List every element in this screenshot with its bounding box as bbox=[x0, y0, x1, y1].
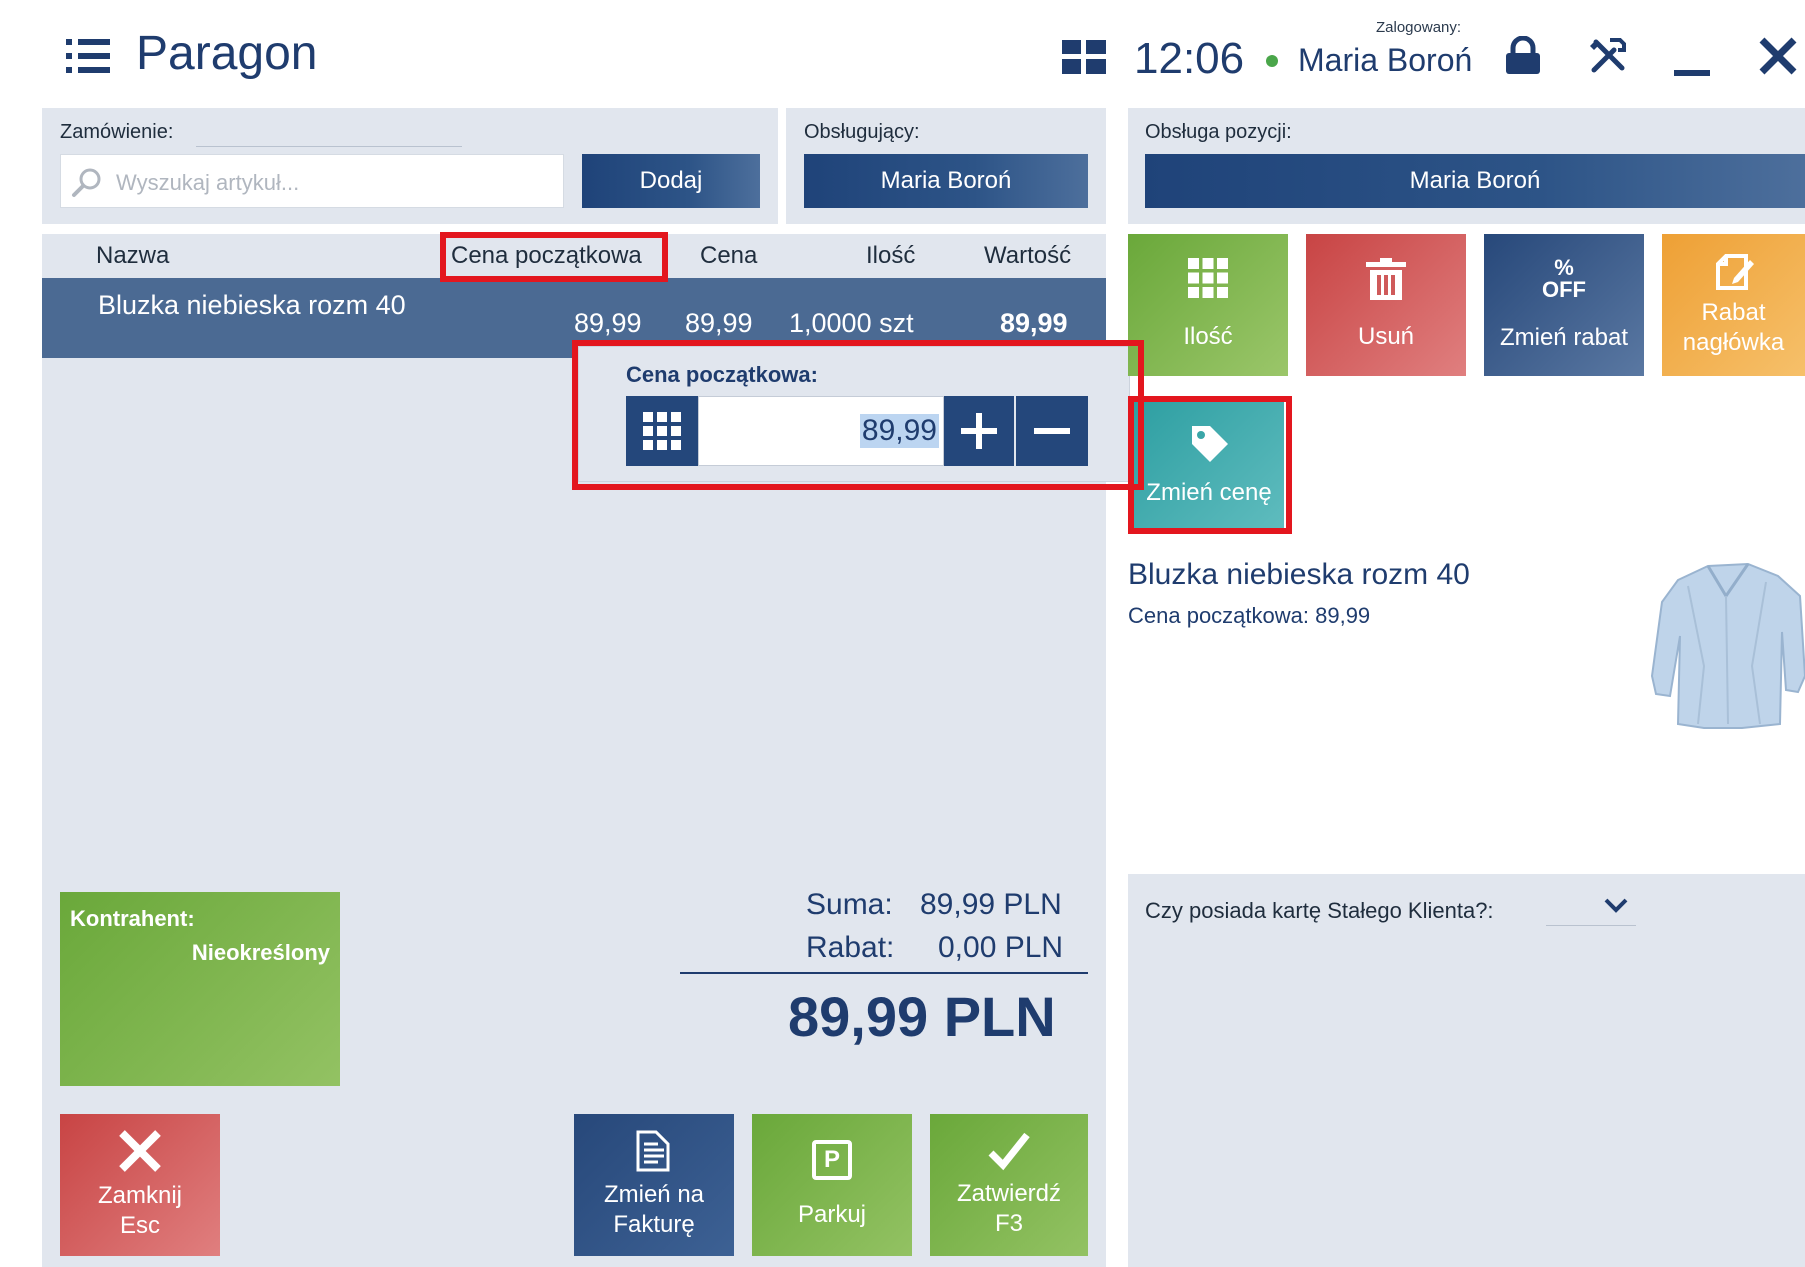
park-button[interactable]: P Parkuj bbox=[752, 1114, 912, 1256]
change-discount-tile-button[interactable]: % OFF Zmień rabat bbox=[1484, 234, 1644, 376]
minimize-icon[interactable] bbox=[1674, 70, 1710, 76]
change-to-invoice-label-line2: Fakturę bbox=[613, 1211, 695, 1238]
row-item-name: Bluzka niebieska rozm 40 bbox=[98, 290, 406, 320]
row-price: 89,99 bbox=[685, 308, 753, 338]
sum-label: Suma: bbox=[806, 888, 893, 921]
initial-price-popup-label: Cena początkowa: bbox=[626, 362, 818, 387]
chevron-down-icon bbox=[1604, 896, 1628, 916]
grid-icon[interactable] bbox=[1062, 40, 1106, 74]
item-service-label: Obsługa pozycji: bbox=[1145, 121, 1292, 143]
sum-value: 89,99 PLN bbox=[920, 888, 1062, 921]
online-status-dot bbox=[1266, 55, 1278, 67]
header-discount-tile-label-line2: nagłówka bbox=[1682, 329, 1785, 356]
quantity-tile-label: Ilość bbox=[1183, 323, 1233, 350]
lock-icon[interactable] bbox=[1504, 35, 1542, 76]
change-price-tile-label: Zmień cenę bbox=[1146, 479, 1272, 506]
logged-label: Zalogowany: bbox=[1376, 19, 1462, 36]
close-icon[interactable] bbox=[1758, 36, 1798, 76]
parking-icon: P bbox=[812, 1140, 852, 1180]
column-header-name[interactable]: Nazwa bbox=[96, 242, 169, 270]
row-value: 89,99 bbox=[1000, 308, 1068, 338]
discount-value: 0,00 PLN bbox=[938, 931, 1064, 964]
search-icon bbox=[71, 167, 103, 199]
initial-price-input[interactable]: 89,99 bbox=[698, 396, 944, 466]
row-qty: 1,0000 szt bbox=[789, 308, 914, 338]
delete-tile-label: Usuń bbox=[1357, 323, 1415, 350]
column-header-qty[interactable]: Ilość bbox=[866, 242, 915, 270]
item-info-name: Bluzka niebieska rozm 40 bbox=[1128, 558, 1470, 591]
change-price-tile-button[interactable]: Zmień cenę bbox=[1134, 402, 1284, 528]
tools-icon[interactable] bbox=[1588, 36, 1628, 76]
plus-icon bbox=[961, 413, 997, 449]
change-to-invoice-label-line1: Zmień na bbox=[603, 1181, 705, 1208]
item-service-button[interactable]: Maria Boroń bbox=[1145, 154, 1805, 208]
customer-value: Nieokreślony bbox=[191, 940, 330, 965]
logged-user: Maria Boroń bbox=[1298, 42, 1473, 78]
minus-icon bbox=[1034, 428, 1070, 434]
totals-divider bbox=[680, 972, 1088, 974]
cashier-label: Obsługujący: bbox=[804, 121, 920, 143]
price-tag-icon bbox=[1192, 426, 1228, 462]
initial-price-value: 89,99 bbox=[859, 414, 939, 448]
page-title: Paragon bbox=[136, 27, 318, 80]
confirm-button[interactable]: Zatwierdź F3 bbox=[930, 1114, 1088, 1256]
column-header-value[interactable]: Wartość bbox=[984, 242, 1071, 270]
header-discount-tile-label-line1: Rabat bbox=[1701, 299, 1766, 326]
close-x-icon bbox=[119, 1130, 161, 1172]
delete-tile-button[interactable]: Usuń bbox=[1306, 234, 1466, 376]
keypad-icon bbox=[1188, 258, 1228, 298]
order-label: Zamówienie: bbox=[60, 121, 174, 143]
invoice-icon bbox=[636, 1130, 670, 1172]
grand-total: 89,99 PLN bbox=[788, 985, 1056, 1048]
edit-document-icon bbox=[1715, 254, 1754, 290]
row-initial-price: 89,99 bbox=[574, 308, 642, 338]
loyalty-card-question: Czy posiada kartę Stałego Klienta?: bbox=[1145, 898, 1494, 923]
change-discount-tile-label: Zmień rabat bbox=[1499, 324, 1629, 351]
trash-icon bbox=[1366, 258, 1406, 300]
item-info-initial-price: Cena początkowa: 89,99 bbox=[1128, 603, 1371, 628]
close-receipt-button[interactable]: Zamknij Esc bbox=[60, 1114, 220, 1256]
checkmark-icon bbox=[988, 1132, 1030, 1171]
customer-label: Kontrahent: bbox=[70, 906, 195, 931]
search-input[interactable]: Wyszukaj artykuł... bbox=[60, 154, 564, 208]
product-image bbox=[1648, 556, 1805, 732]
customer-tile-button[interactable]: Kontrahent: Nieokreślony bbox=[60, 892, 340, 1086]
increment-button[interactable] bbox=[944, 396, 1014, 466]
park-label: Parkuj bbox=[797, 1201, 867, 1228]
clock: 12:06 bbox=[1134, 34, 1245, 83]
loyalty-card-dropdown[interactable] bbox=[1546, 892, 1636, 926]
close-receipt-label-line2: Esc bbox=[119, 1212, 160, 1239]
quantity-tile-button[interactable]: Ilość bbox=[1128, 234, 1288, 376]
close-receipt-label-line1: Zamknij bbox=[97, 1182, 182, 1209]
decrement-button[interactable] bbox=[1016, 396, 1088, 466]
keypad-button[interactable] bbox=[626, 396, 698, 466]
column-header-initial-price[interactable]: Cena początkowa bbox=[451, 242, 642, 270]
column-header-price[interactable]: Cena bbox=[700, 242, 757, 270]
add-button[interactable]: Dodaj bbox=[582, 154, 760, 208]
cashier-button[interactable]: Maria Boroń bbox=[804, 154, 1088, 208]
header-discount-tile-button[interactable]: Rabat nagłówka bbox=[1662, 234, 1805, 376]
menu-list-icon[interactable] bbox=[64, 36, 112, 76]
percent-off-icon: % OFF bbox=[1542, 255, 1586, 302]
confirm-label-line1: Zatwierdź bbox=[956, 1180, 1062, 1207]
keypad-icon bbox=[643, 412, 681, 450]
order-label-underline bbox=[196, 146, 462, 147]
discount-label: Rabat: bbox=[806, 931, 895, 964]
change-to-invoice-button[interactable]: Zmień na Fakturę bbox=[574, 1114, 734, 1256]
confirm-label-line2: F3 bbox=[994, 1210, 1023, 1237]
search-placeholder: Wyszukaj artykuł... bbox=[116, 170, 300, 195]
attributes-panel bbox=[1128, 874, 1805, 1267]
